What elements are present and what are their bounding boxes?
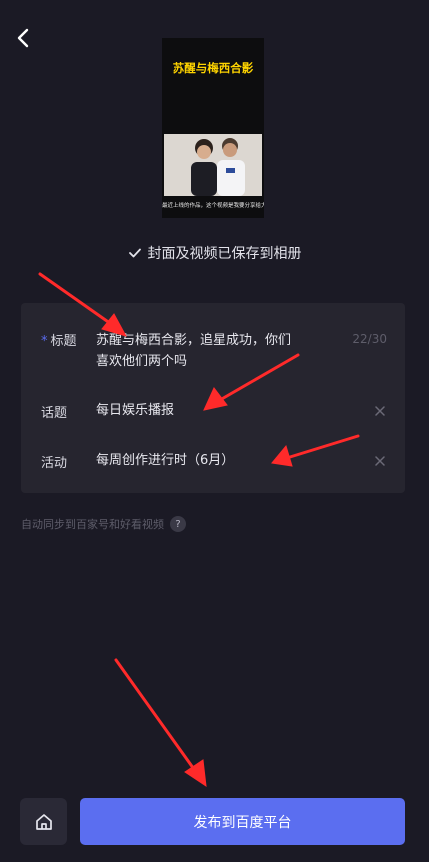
title-input[interactable]: 苏醒与梅西合影，追星成功，你们 喜欢他们两个吗 (96, 330, 336, 372)
activity-input[interactable]: 每周创作进行时（6月） (96, 450, 234, 471)
title-char-count: 22/30 (352, 332, 387, 346)
publish-button[interactable]: 发布到百度平台 (80, 798, 405, 845)
sync-text: 自动同步到百家号和好看视频 (21, 518, 164, 531)
topic-clear-button[interactable] (373, 404, 387, 418)
publish-form: * 标题 苏醒与梅西合影，追星成功，你们 喜欢他们两个吗 22/30 话题 每日娱… (21, 303, 405, 493)
chevron-left-icon (17, 28, 29, 48)
saved-notice-text: 封面及视频已保存到相册 (147, 246, 302, 262)
cover-title: 苏醒与梅西合影 (172, 61, 254, 75)
activity-clear-button[interactable] (373, 454, 387, 468)
title-label: * 标题 (41, 330, 77, 349)
cover-caption: 最近上线的作品，这个视频是我要分享给大家的 (162, 203, 264, 209)
video-cover[interactable]: 苏醒与梅西合影 最近上线的作品，这个视频是我要分享给大家的 (162, 38, 264, 218)
title-value-line2: 喜欢他们两个吗 (96, 354, 188, 369)
sync-note: 自动同步到百家号和好看视频 ? (21, 516, 186, 532)
saved-notice: 封面及视频已保存到相册 (0, 243, 429, 263)
cover-photo (164, 134, 262, 196)
check-icon (128, 248, 141, 258)
topic-input[interactable]: 每日娱乐播报 (96, 400, 174, 421)
topic-label: 话题 (41, 406, 68, 421)
title-label-text: 标题 (50, 334, 77, 349)
title-value-line1: 苏醒与梅西合影，追星成功，你们 (96, 333, 292, 348)
home-button[interactable] (20, 798, 67, 845)
close-icon (375, 406, 385, 416)
annotation-arrow-publish (114, 658, 207, 788)
activity-label: 活动 (41, 456, 68, 471)
back-button[interactable] (12, 26, 36, 50)
required-mark: * (41, 334, 48, 349)
close-icon (375, 456, 385, 466)
help-icon[interactable]: ? (170, 516, 186, 532)
cover-photo-figures (164, 134, 262, 196)
home-icon (35, 813, 52, 830)
